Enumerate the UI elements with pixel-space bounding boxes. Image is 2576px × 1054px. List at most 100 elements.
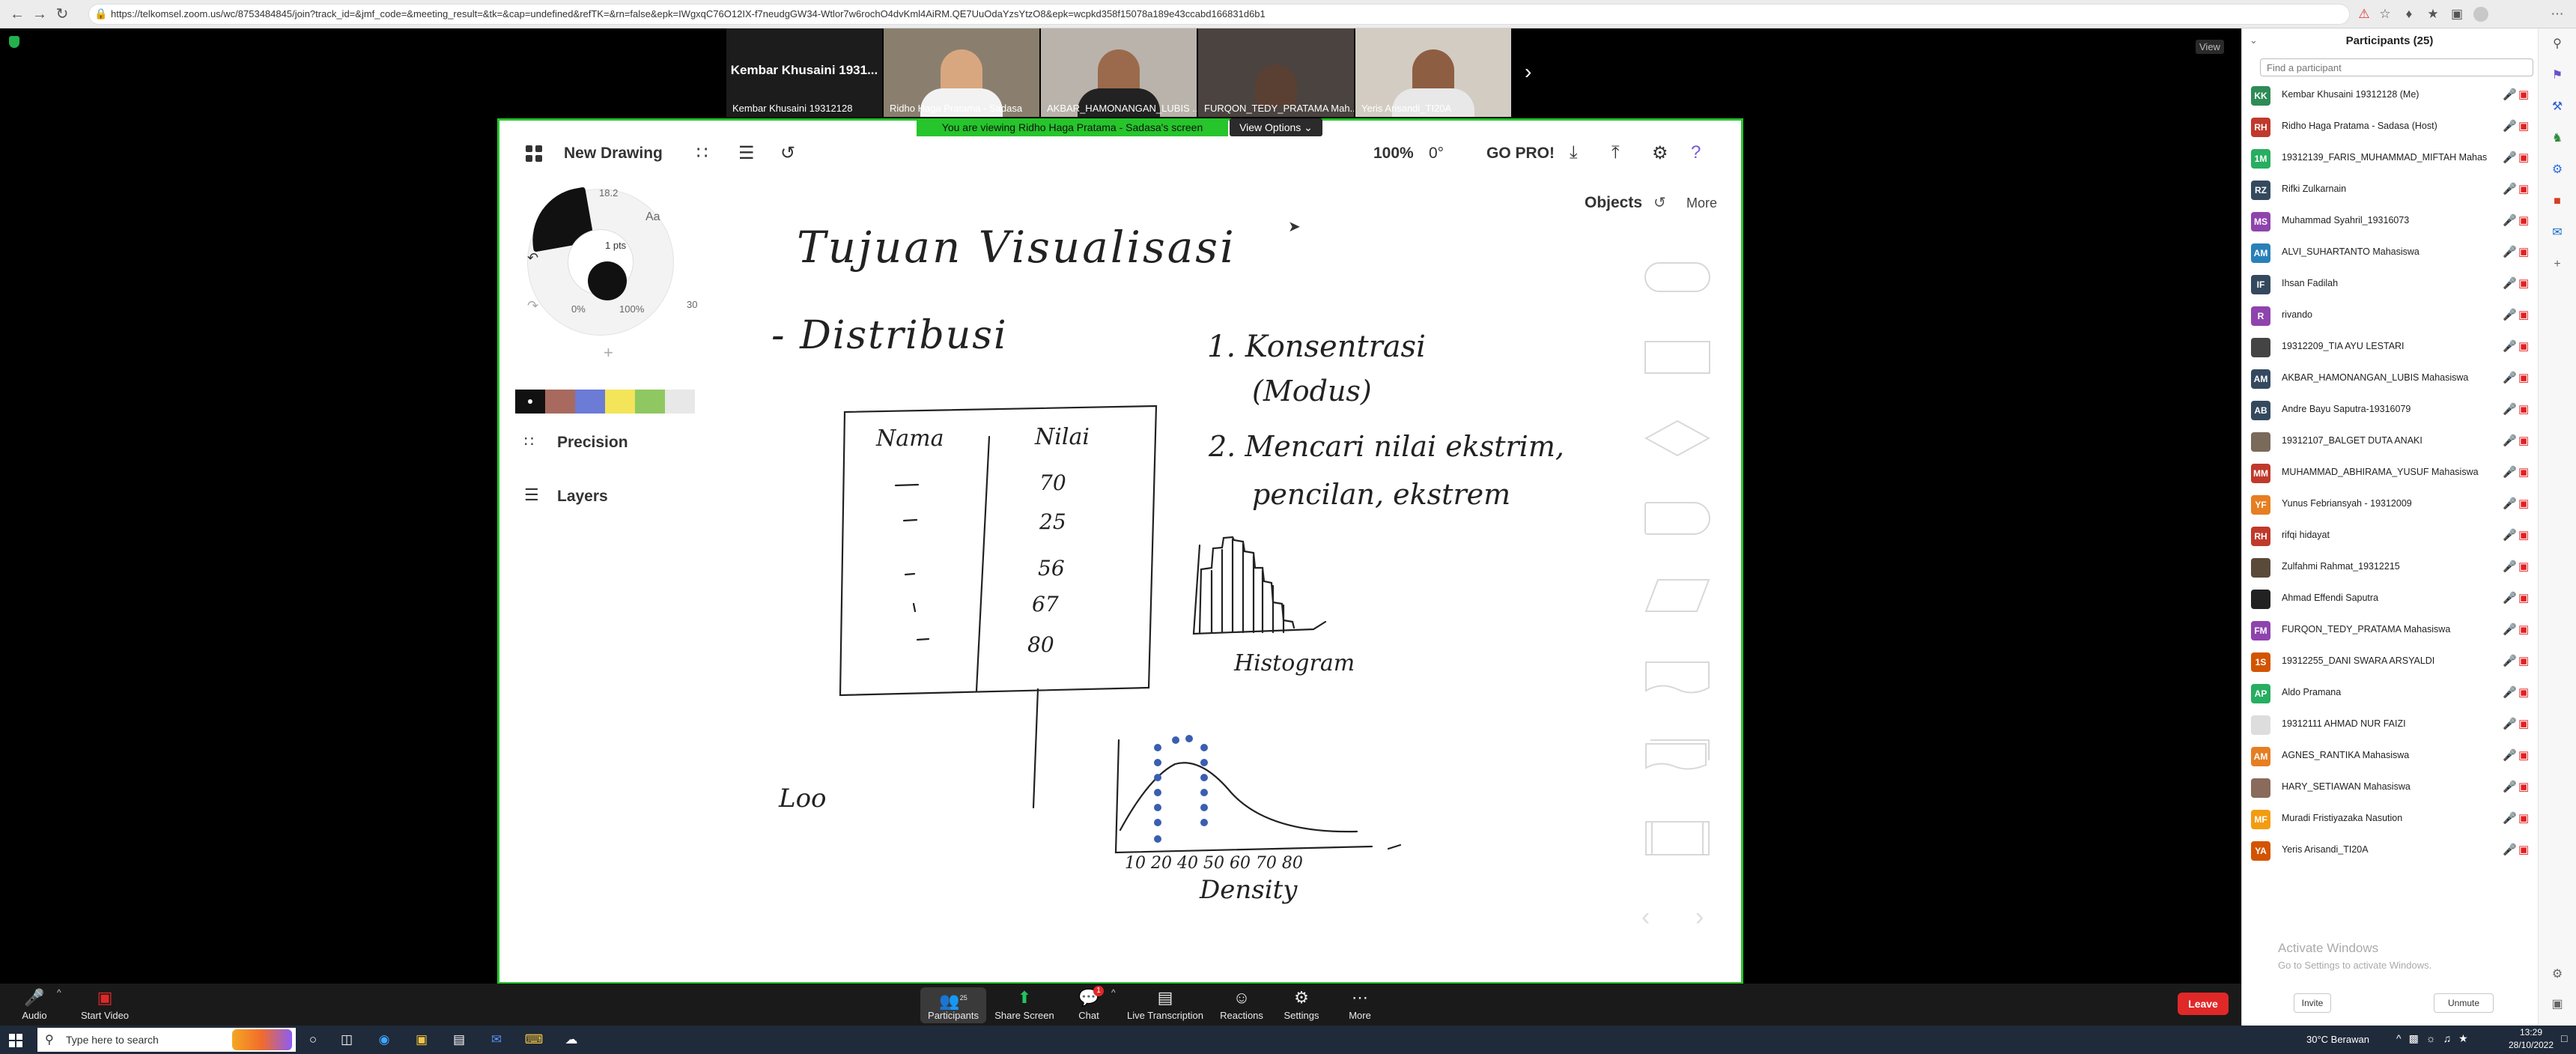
participant-row[interactable]: 1S 19312255_DANI SWARA ARSYALDI 🎤 ▣: [2241, 646, 2538, 677]
video-tile[interactable]: FURQON_TEDY_PRATAMA Mah...: [1198, 28, 1354, 117]
activate-windows-subtitle: Go to Settings to activate Windows.: [2278, 960, 2432, 971]
terminal-icon[interactable]: ⌨: [524, 1031, 544, 1049]
audio-button[interactable]: 🎤 Audio: [15, 987, 54, 1021]
app-icon[interactable]: ☁: [562, 1031, 581, 1049]
task-view-icon[interactable]: ◫: [337, 1031, 356, 1049]
video-tile[interactable]: AKBAR_HAMONANGAN_LUBIS ...: [1041, 28, 1197, 117]
settings-button[interactable]: ⚙ Settings: [1279, 987, 1324, 1021]
collections-icon[interactable]: ▣: [2449, 6, 2465, 22]
participant-row[interactable]: YA Yeris Arisandi_TI20A 🎤 ▣: [2241, 835, 2538, 866]
video-off-icon: ▣: [2518, 340, 2530, 353]
teams-icon[interactable]: ⚙: [2549, 162, 2566, 178]
participant-row[interactable]: MF Muradi Fristiyazaka Nasution 🎤 ▣: [2241, 803, 2538, 835]
mail-icon[interactable]: ✉: [487, 1031, 506, 1049]
live-transcription-label: Live Transcription: [1127, 1010, 1203, 1021]
muted-mic-icon: 🎤: [2503, 655, 2517, 667]
participant-name: FURQON_TEDY_PRATAMA Mahasiswa: [2282, 624, 2451, 634]
chevron-right-icon[interactable]: ›: [1525, 60, 1531, 84]
back-icon[interactable]: ←: [7, 4, 27, 24]
share-screen-button[interactable]: ⬆ Share Screen: [994, 987, 1054, 1021]
weather-widget[interactable]: 30°C Berawan: [2306, 1034, 2369, 1045]
windows-start-icon[interactable]: [9, 1034, 22, 1047]
invite-button[interactable]: Invite: [2294, 993, 2331, 1013]
avatar: RZ: [2251, 181, 2270, 200]
participant-row[interactable]: RZ Rifki Zulkarnain 🎤 ▣: [2241, 174, 2538, 205]
participant-row[interactable]: IF Ihsan Fadilah 🎤 ▣: [2241, 268, 2538, 300]
participant-row[interactable]: YF Yunus Febriansyah - 19312009 🎤 ▣: [2241, 488, 2538, 520]
participant-name: Aldo Pramana: [2282, 687, 2342, 697]
audio-options-icon[interactable]: ^: [57, 987, 61, 998]
participant-row[interactable]: Rrivando 🎤 ▣: [2241, 300, 2538, 331]
shopping-icon[interactable]: ⚑: [2549, 67, 2566, 84]
view-button[interactable]: View: [2196, 40, 2224, 54]
video-off-icon: ▣: [2518, 497, 2530, 510]
notifications-icon[interactable]: □: [2561, 1032, 2567, 1044]
participant-row[interactable]: FM FURQON_TEDY_PRATAMA Mahasiswa 🎤 ▣: [2241, 614, 2538, 646]
participant-row[interactable]: Ahmad Effendi Saputra 🎤 ▣: [2241, 583, 2538, 614]
participant-row[interactable]: RH Ridho Haga Pratama - Sadasa (Host) 🎤 ▣: [2241, 111, 2538, 142]
cortana-icon[interactable]: ○: [303, 1031, 323, 1049]
more-button[interactable]: ⋯ More: [1337, 987, 1382, 1021]
participant-row[interactable]: 19312209_TIA AYU LESTARI 🎤 ▣: [2241, 331, 2538, 363]
extensions-icon[interactable]: ♦: [2401, 6, 2417, 22]
participant-search-input[interactable]: [2260, 58, 2533, 76]
participant-row[interactable]: HARY_SETIAWAN Mahasiswa 🎤 ▣: [2241, 772, 2538, 803]
file-explorer-icon[interactable]: ▣: [412, 1031, 431, 1049]
video-tile[interactable]: Yeris Arisandi_TI20A: [1355, 28, 1511, 117]
favorite-star-icon[interactable]: ☆: [2377, 6, 2393, 22]
outlook-icon[interactable]: ✉: [2549, 225, 2566, 241]
muted-mic-icon: 🎤: [2503, 592, 2517, 605]
participant-name: 19312111 AHMAD NUR FAIZI: [2282, 718, 2406, 729]
clock-time[interactable]: 13:29: [2497, 1027, 2565, 1038]
office-icon[interactable]: ■: [2549, 193, 2566, 210]
start-video-button[interactable]: ▣ Start Video: [75, 987, 135, 1021]
games-icon[interactable]: ♞: [2549, 130, 2566, 147]
participant-row[interactable]: RH rifqi hidayat 🎤 ▣: [2241, 520, 2538, 551]
participant-row[interactable]: AP Aldo Pramana 🎤 ▣: [2241, 677, 2538, 709]
participant-row[interactable]: 19312107_BALGET DUTA ANAKI 🎤 ▣: [2241, 425, 2538, 457]
security-shield-icon[interactable]: [9, 36, 19, 48]
store-icon[interactable]: ▤: [449, 1031, 469, 1049]
chat-options-icon[interactable]: ^: [1111, 987, 1116, 998]
participant-row[interactable]: KK Kembar Khusaini 19312128 (Me) 🎤 ▣: [2241, 79, 2538, 111]
search-icon[interactable]: ⚲: [2549, 36, 2566, 52]
leave-button[interactable]: Leave: [2178, 993, 2229, 1015]
system-tray-icons[interactable]: ^▩☼♫★: [2396, 1032, 2476, 1045]
participant-row[interactable]: AM ALVI_SUHARTANTO Mahasiswa 🎤 ▣: [2241, 237, 2538, 268]
reload-icon[interactable]: ↻: [52, 4, 72, 24]
video-tile[interactable]: Kembar Khusaini 1931... Kembar Khusaini …: [726, 28, 882, 117]
forward-icon[interactable]: →: [30, 4, 49, 24]
live-transcription-button[interactable]: ▤ Live Transcription: [1123, 987, 1207, 1021]
chat-icon: 💬: [1078, 988, 1099, 1007]
participant-row[interactable]: AM AKBAR_HAMONANGAN_LUBIS Mahasiswa 🎤 ▣: [2241, 363, 2538, 394]
chat-button[interactable]: 💬 Chat: [1066, 987, 1111, 1021]
profile-icon[interactable]: [2473, 6, 2489, 22]
sidebar-settings-icon[interactable]: ⚙: [2549, 966, 2566, 983]
reactions-button[interactable]: ☺ Reactions: [1218, 987, 1266, 1021]
avatar: FM: [2251, 621, 2270, 640]
blocked-popup-icon[interactable]: ⚠: [2356, 6, 2372, 22]
url-text[interactable]: https://telkomsel.zoom.us/wc/8753484845/…: [111, 8, 2282, 19]
muted-mic-icon: 🎤: [2503, 497, 2517, 510]
participant-name: Rifki Zulkarnain: [2282, 184, 2347, 194]
participant-row[interactable]: AM AGNES_RANTIKA Mahasiswa 🎤 ▣: [2241, 740, 2538, 772]
unmute-button[interactable]: Unmute: [2434, 993, 2494, 1013]
favorites-icon[interactable]: ★: [2425, 6, 2441, 22]
hide-sidebar-icon[interactable]: ▣: [2549, 996, 2566, 1013]
participant-row[interactable]: MM MUHAMMAD_ABHIRAMA_YUSUF Mahasiswa 🎤 ▣: [2241, 457, 2538, 488]
edge-browser-icon[interactable]: ◉: [374, 1031, 394, 1049]
browser-menu-icon[interactable]: ⋯: [2549, 6, 2566, 22]
search-highlight-image[interactable]: [232, 1029, 292, 1050]
participant-row[interactable]: 1M 19312139_FARIS_MUHAMMAD_MIFTAH Mahasi.…: [2241, 142, 2538, 174]
muted-mic-icon: 🎤: [2503, 466, 2517, 479]
video-tile[interactable]: Ridho Haga Pratama - Sadasa: [884, 28, 1039, 117]
participant-row[interactable]: Zulfahmi Rahmat_19312215 🎤 ▣: [2241, 551, 2538, 583]
tools-icon[interactable]: ⚒: [2549, 99, 2566, 115]
participants-button[interactable]: 👥25 Participants: [920, 987, 986, 1023]
add-sidebar-icon[interactable]: +: [2549, 256, 2566, 273]
participant-row[interactable]: MS Muhammad Syahril_19316073 🎤 ▣: [2241, 205, 2538, 237]
clock-date[interactable]: 28/10/2022: [2497, 1040, 2565, 1050]
participant-name: Ihsan Fadilah: [2282, 278, 2339, 288]
participant-row[interactable]: AB Andre Bayu Saputra-19316079 🎤 ▣: [2241, 394, 2538, 425]
participant-row[interactable]: 19312111 AHMAD NUR FAIZI 🎤 ▣: [2241, 709, 2538, 740]
